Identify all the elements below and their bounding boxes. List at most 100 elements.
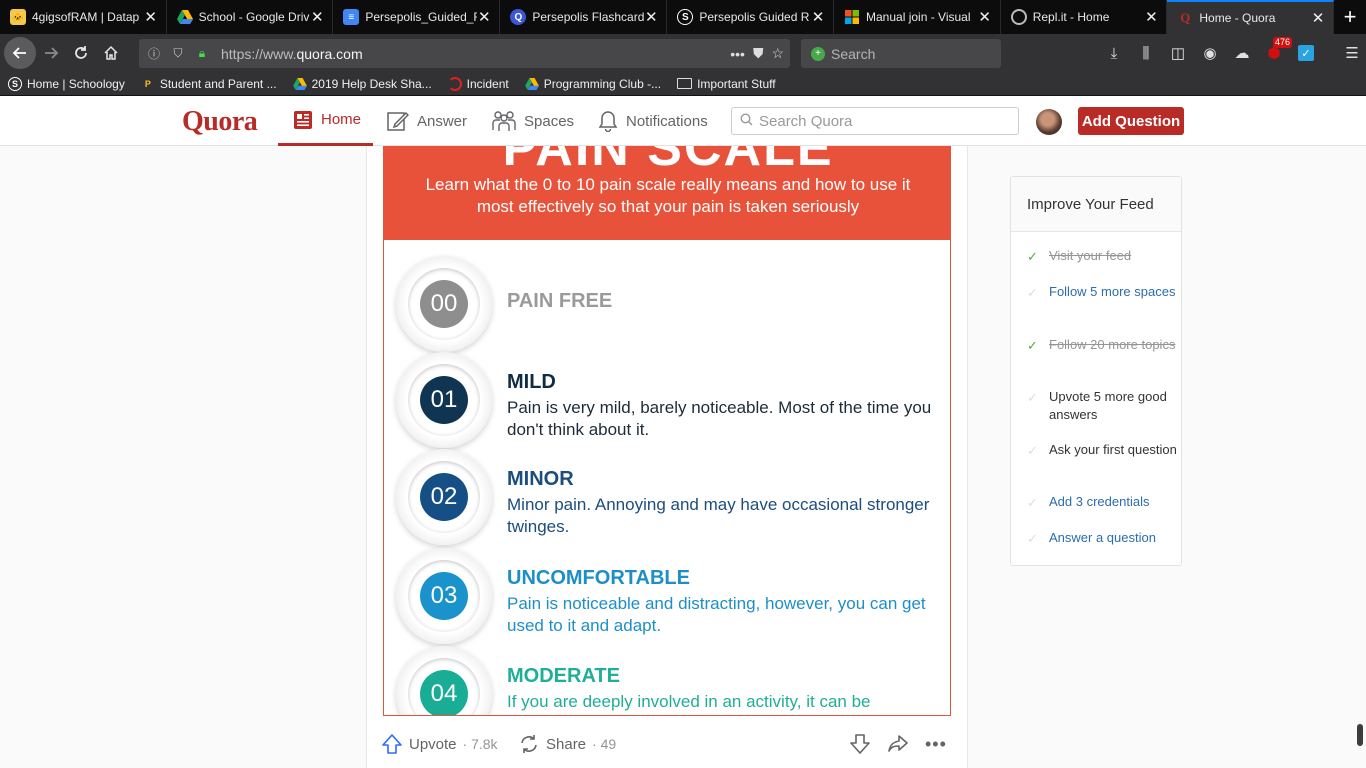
close-icon[interactable]: ✕ (144, 8, 158, 26)
upvote-button[interactable]: Upvote · 7.8k (381, 734, 498, 754)
extension-icon[interactable]: ☁ (1228, 39, 1256, 67)
bookmark-item[interactable]: P Student and Parent ... (141, 77, 277, 91)
close-icon[interactable]: ✕ (1311, 9, 1325, 27)
google-drive-icon (292, 77, 307, 91)
feed-task-item: ✓ Ask your first question (1027, 441, 1177, 460)
bookmark-item[interactable]: 2019 Help Desk Sha... (292, 77, 432, 91)
sidebar-icon[interactable]: ◫ (1164, 39, 1192, 67)
share-button[interactable]: Share · 49 (518, 734, 616, 754)
reshare-button[interactable] (887, 734, 909, 758)
feed-task-item[interactable]: ✓ Follow 5 more spaces (1027, 283, 1177, 302)
tab-quizlet[interactable]: Q Persepolis Flashcard ✕ (500, 0, 668, 34)
feed-task-item[interactable]: ✓ Answer a question (1027, 529, 1177, 548)
quora-logo[interactable]: Quora (182, 106, 258, 138)
info-icon[interactable]: ⓘ (145, 45, 163, 62)
reload-button[interactable] (66, 38, 96, 68)
google-docs-icon: ≡ (343, 9, 360, 25)
tab-title: Persepolis Guided R (699, 10, 810, 24)
tab-datapoint[interactable]: 🐱 4gigsofRAM | Datap ✕ (0, 0, 167, 34)
microsoft-icon (844, 9, 860, 25)
tab-replit[interactable]: Repl.it - Home ✕ (1001, 0, 1168, 34)
pain-level-row: 02 MINOR Minor pain. Annoying and may have… (384, 449, 950, 547)
web-search-box[interactable]: + Search (801, 39, 1001, 68)
feed-task-label[interactable]: Follow 5 more spaces (1049, 283, 1175, 302)
close-icon[interactable]: ✕ (477, 8, 491, 26)
folder-icon (677, 78, 693, 89)
nav-home-label: Home (321, 111, 362, 128)
bookmark-star-icon[interactable]: ☆ (771, 45, 784, 62)
search-placeholder: Search Quora (759, 112, 853, 130)
bookmark-item[interactable]: Programming Club -... (524, 76, 662, 91)
search-input[interactable]: Search Quora (731, 107, 1019, 135)
page-actions-icon[interactable]: ••• (730, 46, 745, 62)
tab-google-drive[interactable]: School - Google Driv ✕ (167, 0, 334, 34)
feed-task-label: Ask your first question (1049, 442, 1177, 457)
feed-icon (293, 110, 313, 130)
share-label: Share (546, 735, 587, 753)
nav-spaces-label: Spaces (524, 112, 575, 130)
scrollbar-thumb[interactable] (1357, 724, 1363, 746)
bookmark-folder[interactable]: Important Stuff (677, 77, 776, 91)
schoology-icon: S (8, 76, 22, 91)
infographic-subtitle: Learn what the 0 to 10 pain scale really… (425, 175, 911, 216)
extension-icon[interactable]: ✓ (1292, 39, 1320, 67)
downvote-button[interactable] (849, 734, 871, 758)
pearson-icon: P (144, 78, 151, 89)
more-options-button[interactable]: ••• (925, 734, 947, 755)
close-icon[interactable]: ✕ (310, 8, 324, 26)
address-bar[interactable]: ⓘ ⛉ 🔒︎ https://www.quora.com ••• ⛊ ☆ (139, 39, 790, 68)
pocket-icon[interactable]: ⛊ (753, 45, 764, 62)
answer-image[interactable]: PAIN SCALE Learn what the 0 to 10 pain s… (383, 146, 951, 716)
bookmark-label: Programming Club -... (543, 76, 662, 91)
tab-title: Home - Quora (1199, 11, 1276, 25)
tab-schoology[interactable]: S Persepolis Guided R ✕ (667, 0, 835, 34)
bookmark-label: Important Stuff (697, 76, 776, 91)
back-button[interactable] (4, 37, 36, 69)
tab-quora[interactable]: Q Home - Quora ✕ (1167, 0, 1335, 34)
tab-bar: 🐱 4gigsofRAM | Datap ✕ School - Google D… (0, 0, 1366, 34)
level-title: MILD (507, 371, 556, 393)
feed-task-item: ✓ Visit your feed (1027, 247, 1177, 266)
nav-notifications[interactable]: Notifications (598, 96, 708, 146)
tab-title: Persepolis Flashcard (532, 10, 645, 24)
library-icon[interactable]: ⫼ (1132, 39, 1160, 67)
share-count: 49 (600, 736, 617, 752)
download-icon[interactable]: ⤓ (1100, 39, 1128, 67)
upvote-label: Upvote (409, 735, 457, 753)
level-number: 00 (420, 280, 468, 328)
badge-count: 476 (1272, 37, 1292, 48)
tab-google-doc[interactable]: ≡ Persepolis_Guided_F ✕ (333, 0, 501, 34)
menu-icon[interactable]: ☰ (1338, 39, 1366, 67)
level-description: Pain is very mild, barely noticeable. Mo… (507, 398, 932, 439)
close-icon[interactable]: ✕ (644, 8, 658, 26)
tab-title: 4gigsofRAM | Datap (32, 10, 140, 24)
nav-home[interactable]: Home (278, 96, 373, 146)
feed-task-label[interactable]: Answer a question (1049, 529, 1156, 548)
new-tab-button[interactable]: + (1334, 0, 1366, 34)
avatar[interactable] (1036, 109, 1062, 135)
pencil-icon (387, 110, 409, 132)
feed-task-label[interactable]: Add 3 credentials (1049, 493, 1149, 512)
account-icon[interactable]: ◉ (1196, 39, 1224, 67)
feed-task-item[interactable]: ✓ Add 3 credentials (1027, 493, 1177, 512)
arrow-right-icon (45, 47, 59, 59)
forward-button[interactable] (36, 38, 66, 68)
nav-answer[interactable]: Answer (387, 96, 467, 146)
ublock-icon[interactable]: ⬢ 476 (1260, 37, 1292, 67)
close-icon[interactable]: ✕ (811, 8, 825, 26)
close-icon[interactable]: ✕ (978, 8, 992, 26)
close-icon[interactable]: ✕ (1144, 8, 1158, 26)
url-text[interactable]: https://www.quora.com (221, 46, 363, 62)
tab-title: Persepolis_Guided_F (365, 10, 478, 24)
lock-icon[interactable]: 🔒︎ (193, 46, 211, 61)
add-question-button[interactable]: Add Question (1078, 107, 1184, 135)
nav-spaces[interactable]: Spaces (492, 96, 574, 146)
tab-microsoft[interactable]: Manual join - Visual ✕ (834, 0, 1001, 34)
bookmark-item[interactable]: Incident (447, 76, 509, 91)
bookmark-item[interactable]: S Home | Schoology (8, 76, 125, 91)
bookmark-label: Home | Schoology (27, 76, 125, 91)
level-description: If you are deeply involved in an activit… (507, 692, 871, 711)
level-description: Pain is noticeable and distracting, howe… (507, 594, 926, 635)
home-button[interactable] (96, 38, 126, 68)
shield-icon[interactable]: ⛉ (169, 46, 187, 61)
